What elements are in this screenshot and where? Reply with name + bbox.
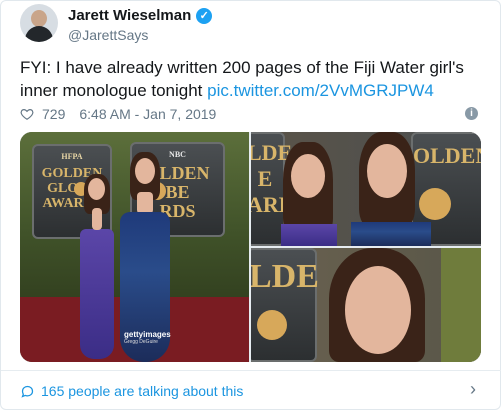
tweet-timestamp[interactable]: 6:48 AM - Jan 7, 2019 xyxy=(79,106,216,122)
footer-divider xyxy=(1,370,501,371)
author-handle[interactable]: @JarettSays xyxy=(68,27,148,43)
author-avatar[interactable] xyxy=(20,4,58,42)
conversation-count[interactable]: 165 people are talking about this xyxy=(41,383,243,399)
avatar-head xyxy=(31,10,47,27)
verified-badge-icon: ✓ xyxy=(196,7,213,24)
conversation-link[interactable]: 165 people are talking about this xyxy=(20,383,243,399)
comment-bubble-icon xyxy=(21,385,34,398)
like-count[interactable]: 729 xyxy=(42,106,65,122)
chevron-right-icon[interactable]: › xyxy=(470,379,476,400)
poster-top-right-text: LDE E ARD xyxy=(251,140,295,217)
getty-watermark-text: gettyimages xyxy=(124,330,171,339)
poster-bottom-right-text: LDE xyxy=(251,258,319,295)
poster-left-small: HFPA xyxy=(61,152,83,161)
poster-top-right-2-text: OLDEN xyxy=(413,143,481,168)
info-icon[interactable]: i xyxy=(465,107,478,120)
closeup-face xyxy=(345,266,411,354)
tweet-media-grid[interactable]: HFPA GOLDEN GLOBE AWARDS NBC OLDEN BE RD… xyxy=(20,132,481,362)
getty-credit: Gregg DeGuire xyxy=(124,339,158,345)
author-display-name[interactable]: Jarett Wieselman xyxy=(68,7,191,24)
media-photo-main[interactable]: HFPA GOLDEN GLOBE AWARDS NBC OLDEN BE RD… xyxy=(20,132,249,362)
heart-icon[interactable] xyxy=(20,107,34,121)
getty-watermark: gettyimages Gregg DeGuire xyxy=(124,330,171,345)
avatar-body xyxy=(25,26,53,42)
poster-top-right: LDE E ARD xyxy=(251,132,295,246)
tweet-card: Jarett Wieselman ✓ @JarettSays FYI: I ha… xyxy=(0,0,501,410)
poster-bottom-right: LDE xyxy=(251,248,319,362)
tweet-text: FYI: I have already written 200 pages of… xyxy=(20,56,490,102)
media-photo-top-right[interactable]: LDE E ARD OLDEN xyxy=(251,132,481,246)
tweet-meta: 729 6:48 AM - Jan 7, 2019 xyxy=(20,106,216,122)
author-name-row[interactable]: Jarett Wieselman ✓ xyxy=(68,7,213,24)
tweet-media-link[interactable]: pic.twitter.com/2VvMGRJPW4 xyxy=(207,81,434,100)
media-photo-bottom-right[interactable]: LDE xyxy=(251,248,481,362)
